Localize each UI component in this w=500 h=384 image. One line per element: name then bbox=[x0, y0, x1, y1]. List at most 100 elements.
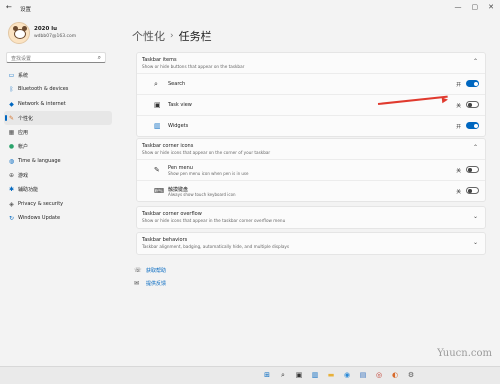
touch-keyboard-toggle[interactable] bbox=[466, 187, 479, 194]
store-icon[interactable]: ▤ bbox=[358, 370, 368, 380]
settings-icon[interactable]: ⚙ bbox=[406, 370, 416, 380]
sidebar-item-label: 游戏 bbox=[18, 172, 29, 179]
sidebar-item-personalization[interactable]: ✎ 个性化 bbox=[4, 110, 112, 126]
window-controls: — ▢ ✕ bbox=[455, 3, 495, 11]
search-icon: ⌕ bbox=[97, 54, 101, 61]
section-subtitle: Show or hide icons that appear in the ta… bbox=[142, 218, 286, 223]
watermark: Yuucn.com bbox=[437, 348, 492, 359]
task-view-icon: ▣ bbox=[154, 101, 161, 109]
user-profile[interactable]: 2020 lu wdbb07@163.com bbox=[6, 22, 116, 50]
main-content: 个性化 › 任务栏 Taskbar items Show or hide but… bbox=[116, 18, 500, 366]
annotation-arrow-head bbox=[441, 96, 449, 104]
sidebar-item-bluetooth[interactable]: ᛒ Bluetooth & devices bbox=[4, 82, 112, 96]
gamepad-icon: ⊕ bbox=[8, 172, 15, 180]
sidebar-item-gaming[interactable]: ⊕ 游戏 bbox=[4, 168, 112, 182]
page-title: 任务栏 bbox=[178, 30, 212, 43]
section-subtitle: Taskbar alignment, badging, automaticall… bbox=[142, 244, 290, 249]
corner-overflow-card[interactable]: Taskbar corner overflow Show or hide ico… bbox=[136, 206, 486, 229]
avatar bbox=[8, 22, 30, 44]
search-input[interactable]: 查找设置 ⌕ bbox=[6, 52, 106, 63]
widgets-icon: ▥ bbox=[154, 122, 161, 130]
toggle-state-text: 关 bbox=[456, 190, 461, 195]
sidebar-item-label: 个性化 bbox=[18, 115, 34, 122]
chevron-up-icon[interactable]: ⌃ bbox=[473, 58, 478, 65]
sidebar-item-accessibility[interactable]: ✱ 辅助功能 bbox=[4, 182, 112, 196]
minimize-button[interactable]: — bbox=[455, 3, 462, 11]
update-icon: ↻ bbox=[8, 214, 15, 222]
section-title: Taskbar corner icons bbox=[142, 143, 194, 149]
pen-menu-toggle[interactable] bbox=[466, 166, 479, 173]
globe-icon: ◍ bbox=[8, 157, 15, 165]
search-icon[interactable]: ⌕ bbox=[278, 370, 288, 380]
toggle-state-text: 开 bbox=[456, 125, 461, 130]
sidebar-item-time-language[interactable]: ◍ Time & language bbox=[4, 154, 112, 168]
chevron-up-icon[interactable]: ⌃ bbox=[473, 144, 478, 151]
widgets-toggle[interactable] bbox=[466, 122, 479, 129]
apps-icon: ▦ bbox=[8, 129, 15, 137]
behaviors-card[interactable]: Taskbar behaviors Taskbar alignment, bad… bbox=[136, 232, 486, 255]
sidebar-item-accounts[interactable]: ● 帐户 bbox=[4, 139, 112, 153]
section-title: Taskbar corner overflow bbox=[142, 211, 202, 217]
start-icon[interactable]: ⊞ bbox=[262, 370, 272, 380]
display-icon: ▭ bbox=[8, 72, 15, 79]
sidebar-item-label: Network & internet bbox=[18, 100, 66, 107]
widgets-icon[interactable]: ▥ bbox=[310, 370, 320, 380]
setting-label: Widgets bbox=[168, 123, 189, 129]
get-help-link[interactable]: ☏ 获取帮助 bbox=[134, 264, 166, 277]
taskbar-items-card: Taskbar items Show or hide buttons that … bbox=[136, 52, 486, 137]
app-icon[interactable]: ◎ bbox=[374, 370, 384, 380]
search-placeholder: 查找设置 bbox=[11, 56, 32, 62]
task-view-icon[interactable]: ▣ bbox=[294, 370, 304, 380]
sidebar-item-label: Privacy & security bbox=[18, 200, 64, 207]
sidebar-nav: ▭ 系统 ᛒ Bluetooth & devices ◆ Network & i… bbox=[4, 68, 112, 225]
title-bar: ← 设置 — ▢ ✕ bbox=[0, 0, 500, 18]
close-button[interactable]: ✕ bbox=[488, 3, 494, 11]
section-title: Taskbar items bbox=[142, 57, 177, 63]
setting-row-touch-keyboard: ⌨ 触摸键盘 Always show touch keyboard icon 关 bbox=[137, 180, 485, 201]
corner-icons-header[interactable]: Taskbar corner icons Show or hide icons … bbox=[137, 139, 485, 159]
setting-row-pen-menu: ✎ Pen menu Show pen menu icon when pen i… bbox=[137, 159, 485, 180]
chevron-down-icon[interactable]: ⌄ bbox=[473, 213, 478, 220]
taskbar: ⊞ ⌕ ▣ ▥ ▬ ◉ ▤ ◎ ◐ ⚙ bbox=[0, 366, 500, 384]
sidebar-item-system[interactable]: ▭ 系统 bbox=[4, 68, 112, 82]
breadcrumb-separator: › bbox=[170, 31, 174, 41]
browser-icon[interactable]: ◉ bbox=[342, 370, 352, 380]
taskbar-icons: ⊞ ⌕ ▣ ▥ ▬ ◉ ▤ ◎ ◐ ⚙ bbox=[262, 370, 416, 380]
sidebar-item-apps[interactable]: ▦ 应用 bbox=[4, 125, 112, 139]
help-icon: ☏ bbox=[134, 267, 142, 274]
sidebar: 2020 lu wdbb07@163.com 查找设置 ⌕ ▭ 系统 ᛒ Blu… bbox=[0, 18, 116, 366]
keyboard-icon: ⌨ bbox=[154, 187, 165, 195]
back-arrow-icon[interactable]: ← bbox=[6, 3, 12, 11]
setting-label: Task view bbox=[168, 102, 192, 108]
sidebar-item-label: 系统 bbox=[18, 72, 29, 79]
section-subtitle: Show or hide icons that appear on the co… bbox=[142, 150, 271, 155]
breadcrumb: 个性化 › 任务栏 bbox=[132, 28, 212, 44]
brush-icon: ✎ bbox=[8, 114, 15, 122]
search-toggle[interactable] bbox=[466, 80, 479, 87]
task-view-toggle[interactable] bbox=[466, 101, 479, 108]
setting-row-search: ⌕ Search 开 bbox=[137, 73, 485, 94]
pen-icon: ✎ bbox=[154, 166, 160, 174]
corner-icons-card: Taskbar corner icons Show or hide icons … bbox=[136, 138, 486, 202]
feedback-icon: ✉ bbox=[134, 280, 140, 287]
sidebar-item-network[interactable]: ◆ Network & internet bbox=[4, 97, 112, 111]
breadcrumb-parent[interactable]: 个性化 bbox=[132, 28, 165, 44]
taskbar-items-header[interactable]: Taskbar items Show or hide buttons that … bbox=[137, 53, 485, 73]
sidebar-item-label: 应用 bbox=[18, 129, 29, 136]
setting-description: Show pen menu icon when pen is in use bbox=[168, 171, 249, 176]
sidebar-item-label: Bluetooth & devices bbox=[18, 86, 69, 93]
sidebar-item-privacy[interactable]: ◈ Privacy & security bbox=[4, 197, 112, 211]
setting-row-widgets: ▥ Widgets 开 bbox=[137, 115, 485, 136]
maximize-button[interactable]: ▢ bbox=[472, 3, 479, 11]
behaviors-header: Taskbar behaviors Taskbar alignment, bad… bbox=[137, 233, 485, 253]
give-feedback-link[interactable]: ✉ 提供反馈 bbox=[134, 277, 166, 290]
shield-icon: ◈ bbox=[9, 200, 14, 208]
wifi-icon: ◆ bbox=[9, 100, 14, 108]
chevron-down-icon[interactable]: ⌄ bbox=[473, 239, 478, 246]
app-icon[interactable]: ◐ bbox=[390, 370, 400, 380]
folder-icon[interactable]: ▬ bbox=[326, 370, 336, 380]
sidebar-item-windows-update[interactable]: ↻ Windows Update bbox=[4, 211, 112, 225]
toggle-state-text: 关 bbox=[456, 169, 461, 174]
profile-name: 2020 lu bbox=[34, 26, 58, 32]
search-icon: ⌕ bbox=[154, 80, 158, 88]
